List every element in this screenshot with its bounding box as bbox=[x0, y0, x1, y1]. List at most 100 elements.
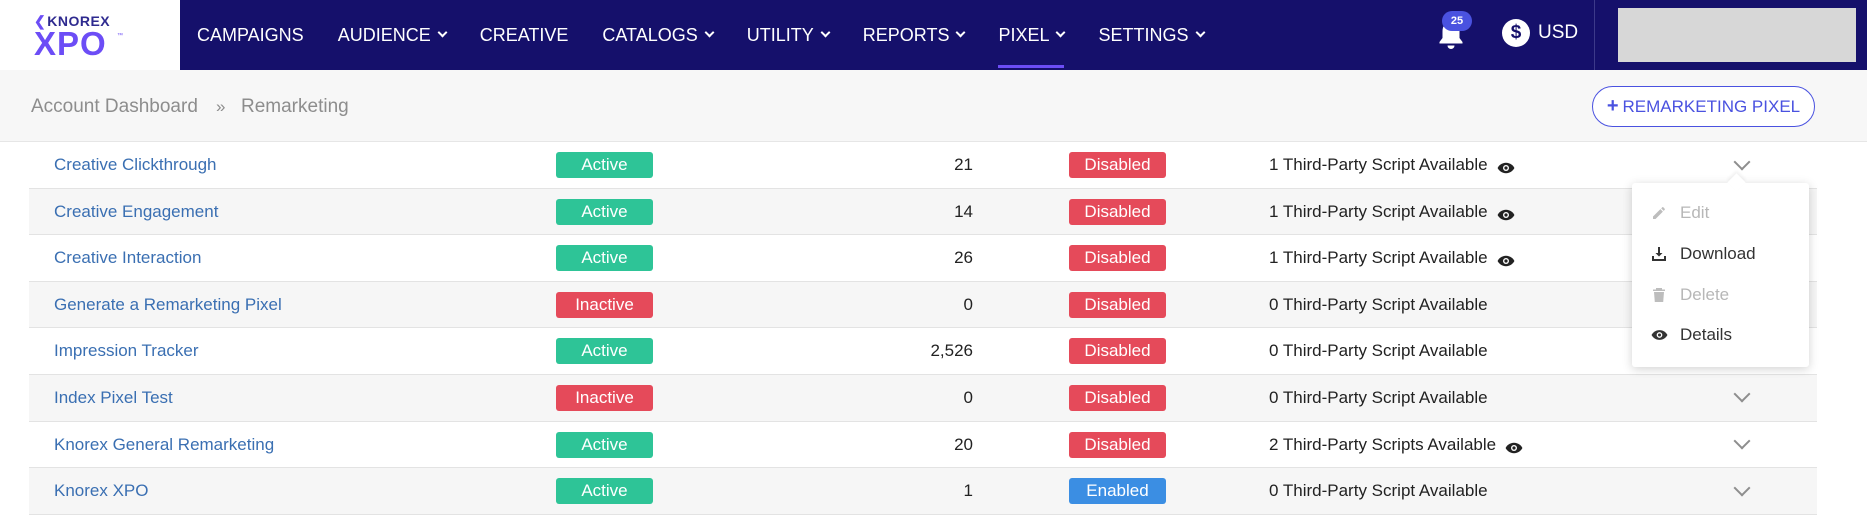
chevron-down-icon bbox=[437, 27, 448, 38]
pixel-name-link[interactable]: Knorex XPO bbox=[54, 468, 149, 514]
third-party-scripts-text: 1 Third-Party Script Available bbox=[1269, 248, 1488, 268]
pixel-count: 26 bbox=[954, 248, 973, 268]
pixel-count: 20 bbox=[954, 434, 973, 454]
menu-item-edit[interactable]: Edit bbox=[1650, 203, 1709, 223]
third-party-status-badge: Disabled bbox=[1069, 431, 1166, 458]
currency-selector[interactable]: $ USD bbox=[1502, 19, 1578, 47]
user-account-menu[interactable] bbox=[1618, 8, 1856, 62]
chevron-down-icon bbox=[1733, 479, 1751, 497]
pixel-count: 2,526 bbox=[930, 341, 973, 361]
pixel-name-link[interactable]: Creative Interaction bbox=[54, 235, 201, 281]
third-party-scripts-text: 0 Third-Party Script Available bbox=[1269, 481, 1488, 501]
currency-label: USD bbox=[1538, 22, 1579, 43]
nav-item-label: UTILITY bbox=[746, 24, 814, 45]
brand-logo-wordmark: XPO bbox=[34, 25, 107, 62]
nav-divider bbox=[1594, 0, 1595, 70]
nav-item-label: PIXEL bbox=[998, 24, 1050, 45]
table-row: Creative Clickthrough Active 21 Disabled 1 T… bbox=[29, 142, 1817, 189]
chevron-down-icon bbox=[704, 27, 715, 38]
chevron-down-icon bbox=[820, 27, 831, 38]
status-badge: Active bbox=[556, 431, 653, 458]
notification-count-badge: 25 bbox=[1442, 11, 1472, 31]
nav-item-label: CATALOGS bbox=[602, 24, 698, 45]
pixel-name-link[interactable]: Generate a Remarketing Pixel bbox=[54, 282, 282, 328]
third-party-scripts-text: 0 Third-Party Script Available bbox=[1269, 294, 1488, 314]
breadcrumb-current-page: Remarketing bbox=[241, 96, 349, 117]
table-row: Creative Engagement Active 14 Disabled 1 Thi… bbox=[29, 188, 1817, 236]
status-badge: Active bbox=[556, 338, 653, 365]
download-icon bbox=[1650, 245, 1668, 263]
third-party-status-badge: Disabled bbox=[1069, 338, 1166, 365]
nav-item-campaigns[interactable]: CAMPAIGNS bbox=[180, 0, 321, 70]
nav-item-catalogs[interactable]: CATALOGS bbox=[585, 0, 729, 70]
row-actions-toggle[interactable] bbox=[1729, 422, 1755, 468]
status-badge: Active bbox=[556, 478, 653, 505]
table-row: Generate a Remarketing Pixel Inactive 0 Dis… bbox=[29, 281, 1817, 329]
status-badge: Active bbox=[556, 198, 653, 225]
third-party-scripts-text: 1 Third-Party Script Available bbox=[1269, 201, 1488, 221]
nav-item-creative[interactable]: CREATIVE bbox=[463, 0, 586, 70]
status-badge: Inactive bbox=[556, 384, 653, 411]
pixel-name-link[interactable]: Creative Clickthrough bbox=[54, 142, 217, 188]
top-navigation-bar: ❮KNOREX XPO ™ CAMPAIGNS AUDIENCE CREATIVE C… bbox=[0, 0, 1867, 70]
pixel-name-link[interactable]: Impression Tracker bbox=[54, 328, 199, 374]
menu-item-download[interactable]: Download bbox=[1650, 244, 1756, 264]
trash-icon bbox=[1650, 286, 1668, 304]
eye-icon[interactable] bbox=[1497, 206, 1515, 220]
status-cell: Active bbox=[556, 468, 653, 514]
row-actions-toggle[interactable] bbox=[1729, 375, 1755, 421]
nav-item-reports[interactable]: REPORTS bbox=[846, 0, 982, 70]
table-row: Creative Interaction Active 26 Disabled 1 Th… bbox=[29, 235, 1817, 282]
third-party-cell: Disabled bbox=[1069, 142, 1166, 188]
nav-item-label: AUDIENCE bbox=[337, 24, 431, 45]
eye-icon bbox=[1650, 326, 1668, 344]
table-row: Index Pixel Test Inactive 0 Disabled 0 Third… bbox=[29, 374, 1817, 422]
third-party-status-badge: Disabled bbox=[1069, 291, 1166, 318]
eye-icon[interactable] bbox=[1505, 439, 1523, 453]
third-party-scripts-cell: 0 Third-Party Script Available bbox=[1269, 282, 1488, 328]
breadcrumb-bar: Account Dashboard » Remarketing bbox=[0, 70, 1867, 142]
menu-item-label: Download bbox=[1680, 244, 1756, 263]
brand-logo[interactable]: ❮KNOREX XPO ™ bbox=[0, 0, 180, 70]
breadcrumb-account-dashboard[interactable]: Account Dashboard bbox=[31, 96, 198, 118]
third-party-scripts-text: 0 Third-Party Script Available bbox=[1269, 387, 1488, 407]
third-party-cell: Enabled bbox=[1069, 468, 1166, 514]
eye-icon[interactable] bbox=[1497, 252, 1515, 267]
nav-item-audience[interactable]: AUDIENCE bbox=[321, 0, 463, 70]
eye-icon[interactable] bbox=[1497, 159, 1515, 174]
third-party-scripts-cell: 1 Third-Party Script Available bbox=[1269, 189, 1515, 235]
chevron-down-icon bbox=[956, 27, 966, 38]
third-party-scripts-cell: 0 Third-Party Script Available bbox=[1269, 468, 1488, 514]
breadcrumb-separator: » bbox=[216, 97, 226, 116]
menu-item-details[interactable]: Details bbox=[1650, 325, 1732, 345]
add-remarketing-pixel-label: REMARKETING PIXEL bbox=[1622, 96, 1801, 116]
plus-icon: + bbox=[1606, 95, 1619, 117]
table-row: Impression Tracker Active 2,526 Disabled 0 T… bbox=[29, 328, 1817, 375]
third-party-scripts-cell: 1 Third-Party Script Available bbox=[1269, 142, 1515, 188]
table-row: Knorex XPO Active 1 Enabled 0 Third-Party Sc… bbox=[29, 468, 1817, 515]
menu-item-label: Edit bbox=[1680, 203, 1710, 222]
row-actions-toggle[interactable] bbox=[1729, 468, 1755, 514]
remarketing-pixel-table: Creative Clickthrough Active 21 Disabled 1 T… bbox=[29, 142, 1817, 515]
nav-item-pixel[interactable]: PIXEL bbox=[981, 0, 1081, 70]
nav-item-label: CAMPAIGNS bbox=[197, 24, 304, 45]
third-party-status-badge: Enabled bbox=[1069, 478, 1166, 505]
status-cell: Active bbox=[556, 328, 653, 374]
status-cell: Active bbox=[556, 189, 653, 235]
nav-item-utility[interactable]: UTILITY bbox=[730, 0, 846, 70]
third-party-scripts-text: 1 Third-Party Script Available bbox=[1269, 155, 1488, 174]
status-cell: Active bbox=[556, 235, 653, 281]
third-party-cell: Disabled bbox=[1069, 235, 1166, 281]
nav-item-settings[interactable]: SETTINGS bbox=[1081, 0, 1220, 70]
third-party-scripts-cell: 0 Third-Party Script Available bbox=[1269, 328, 1488, 374]
status-badge: Active bbox=[556, 245, 653, 272]
menu-item-label: Delete bbox=[1680, 285, 1730, 304]
pixel-name-link[interactable]: Creative Engagement bbox=[54, 189, 218, 235]
third-party-scripts-text: 0 Third-Party Script Available bbox=[1269, 341, 1488, 361]
pixel-name-link[interactable]: Knorex General Remarketing bbox=[54, 422, 274, 468]
third-party-scripts-cell: 0 Third-Party Script Available bbox=[1269, 375, 1488, 421]
pixel-count: 0 bbox=[963, 294, 973, 314]
menu-item-delete[interactable]: Delete bbox=[1650, 285, 1729, 305]
pixel-name-link[interactable]: Index Pixel Test bbox=[54, 375, 173, 421]
add-remarketing-pixel-button[interactable]: + REMARKETING PIXEL bbox=[1592, 86, 1815, 127]
